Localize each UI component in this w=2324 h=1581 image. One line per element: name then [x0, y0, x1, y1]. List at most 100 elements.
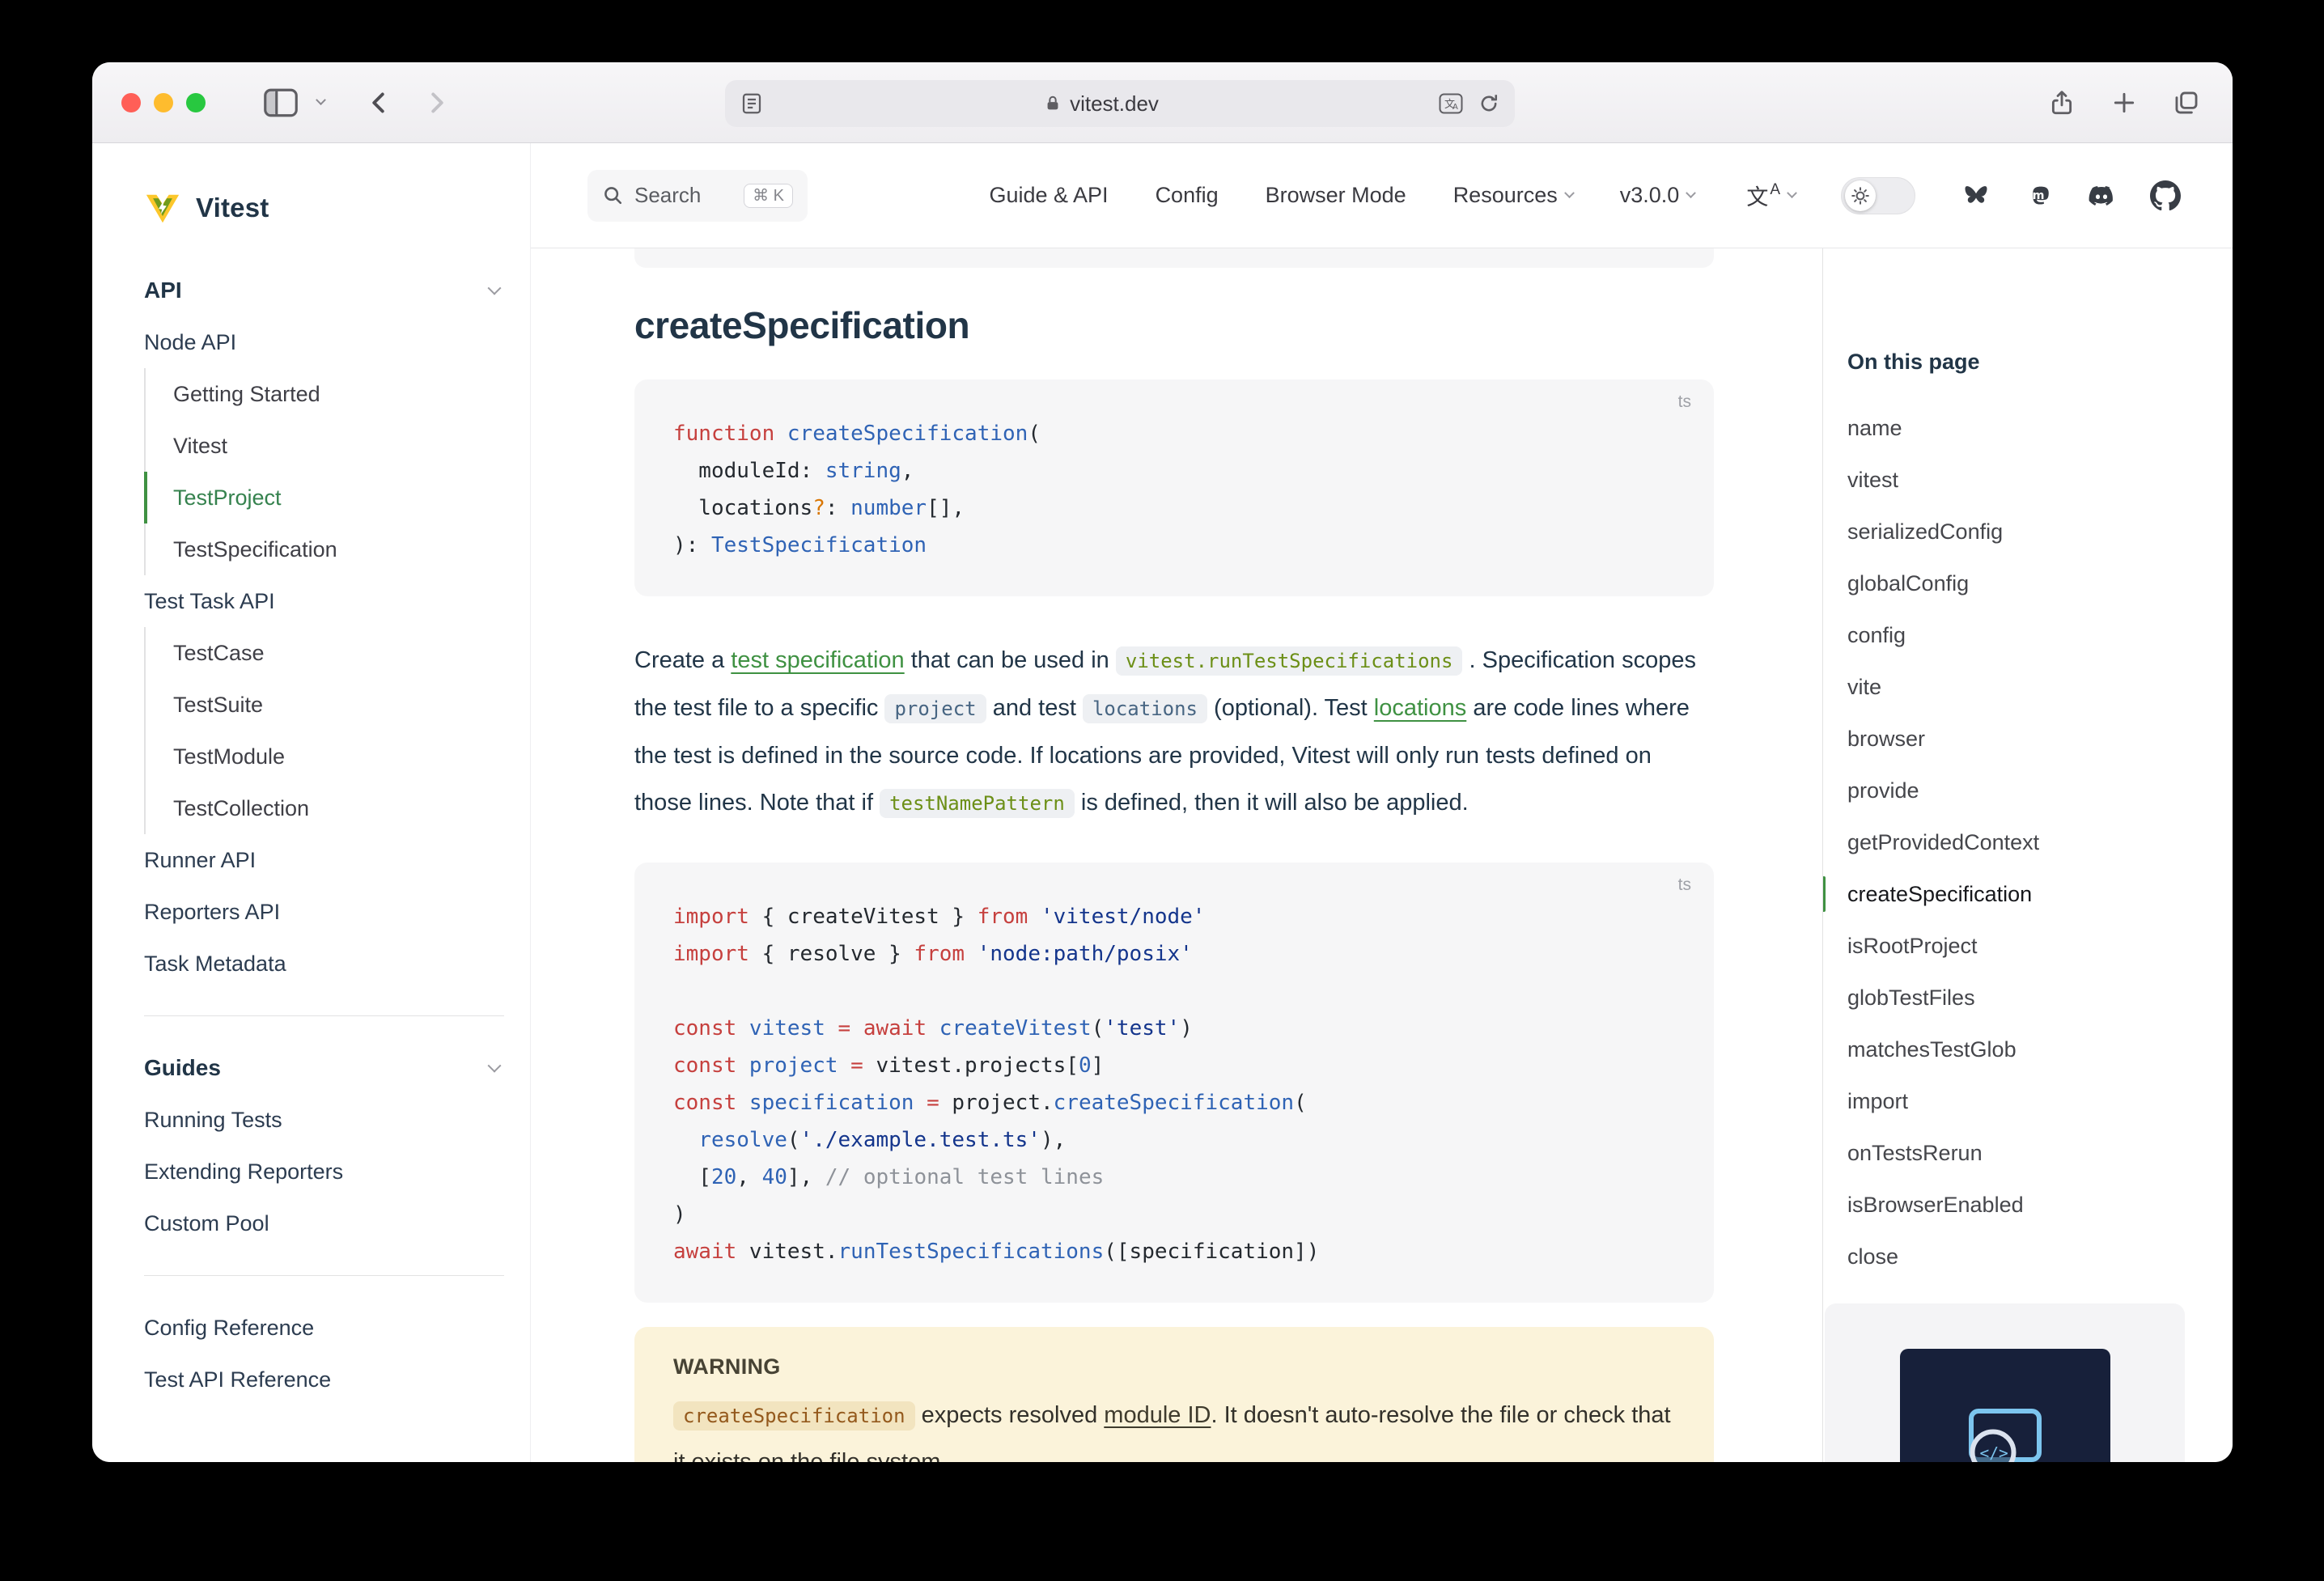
zoom-button[interactable]: [186, 93, 206, 112]
mastodon-icon[interactable]: m: [2024, 181, 2053, 210]
code-lang-badge: ts: [1678, 875, 1691, 895]
toc-item-browser[interactable]: browser: [1847, 713, 2233, 765]
top-navbar: Search ⌘ K Guide & API Config Browser Mode…: [531, 143, 2233, 248]
nav-link-config[interactable]: Config: [1156, 183, 1219, 208]
inline-code: createSpecification: [673, 1401, 915, 1431]
toc-item-createspecification[interactable]: createSpecification: [1847, 868, 2233, 920]
toc-item-name[interactable]: name: [1847, 402, 2233, 454]
sidebar-item-reporters-api[interactable]: Reporters API: [144, 886, 504, 938]
reload-icon[interactable]: [1478, 92, 1500, 115]
sidebar-item-testproject[interactable]: TestProject: [144, 472, 504, 523]
bluesky-icon[interactable]: [1961, 181, 1991, 210]
translate-icon-a: A: [1770, 181, 1780, 199]
window-controls: [121, 93, 206, 112]
sidebar-item-testsuite[interactable]: TestSuite: [144, 679, 504, 731]
chevron-down-icon[interactable]: [316, 95, 326, 105]
address-bar[interactable]: vitest.dev 文A: [725, 80, 1515, 127]
sidebar-item-guides[interactable]: Guides: [144, 1042, 504, 1094]
sidebar-item-label: Config Reference: [144, 1316, 314, 1341]
sidebar-item-label: Reporters API: [144, 900, 280, 925]
forward-icon[interactable]: [422, 88, 451, 117]
warning-title: WARNING: [673, 1354, 1675, 1380]
sidebar-item-node-api[interactable]: Node API: [144, 316, 504, 368]
toc-item-import[interactable]: import: [1847, 1075, 2233, 1127]
toc-item-provide[interactable]: provide: [1847, 765, 2233, 816]
sidebar-toggle-icon[interactable]: [264, 88, 298, 117]
theme-toggle[interactable]: [1841, 177, 1915, 214]
inline-code-link[interactable]: testNamePattern: [880, 789, 1075, 818]
language-menu[interactable]: 文A: [1746, 180, 1796, 211]
search-input[interactable]: Search ⌘ K: [587, 170, 808, 222]
code-line: function createSpecification(: [673, 415, 1675, 452]
site-logo[interactable]: Vitest: [144, 184, 504, 232]
toc-item-vite[interactable]: vite: [1847, 661, 2233, 713]
toc-item-getprovidedcontext[interactable]: getProvidedContext: [1847, 816, 2233, 868]
browser-titlebar: vitest.dev 文A: [92, 62, 2233, 143]
code-line: [673, 973, 1675, 1010]
tab-overview-icon[interactable]: [2173, 89, 2200, 117]
share-icon[interactable]: [2048, 88, 2076, 117]
sidebar-item-runner-api[interactable]: Runner API: [144, 834, 504, 886]
code-line: resolve('./example.test.ts'),: [673, 1121, 1675, 1159]
code-line: ): [673, 1196, 1675, 1233]
inline-link[interactable]: test specification: [731, 647, 904, 673]
sidebar-item-test-task-api[interactable]: Test Task API: [144, 575, 504, 627]
sun-icon: [1851, 186, 1870, 206]
sidebar-item-label: TestModule: [173, 744, 285, 769]
sidebar-item-vitest[interactable]: Vitest: [144, 420, 504, 472]
nav-link-browser-mode[interactable]: Browser Mode: [1266, 183, 1406, 208]
toc-item-globalconfig[interactable]: globalConfig: [1847, 557, 2233, 609]
github-icon[interactable]: [2150, 180, 2181, 211]
translate-icon[interactable]: 文A: [1439, 93, 1463, 114]
inline-code-link[interactable]: vitest.runTestSpecifications: [1116, 646, 1463, 676]
toc-item-isbrowserenabled[interactable]: isBrowserEnabled: [1847, 1179, 2233, 1231]
toc-item-config[interactable]: config: [1847, 609, 2233, 661]
minimize-button[interactable]: [154, 93, 173, 112]
toc-item-isrootproject[interactable]: isRootProject: [1847, 920, 2233, 972]
toc-list: namevitestserializedConfigglobalConfigco…: [1847, 402, 2233, 1282]
sidebar-item-config-reference[interactable]: Config Reference: [144, 1302, 504, 1354]
discord-icon[interactable]: [2085, 181, 2118, 210]
sidebar-item-testspecification[interactable]: TestSpecification: [144, 523, 504, 575]
code-block-example: ts import { createVitest } from 'vitest/…: [634, 863, 1714, 1303]
inline-link[interactable]: module ID: [1104, 1402, 1211, 1428]
sidebar-item-label: TestCollection: [173, 796, 309, 821]
inline-link[interactable]: locations: [1374, 695, 1466, 721]
sidebar-item-running-tests[interactable]: Running Tests: [144, 1094, 504, 1146]
toc-item-ontestsrerun[interactable]: onTestsRerun: [1847, 1127, 2233, 1179]
code-line: const specification = project.createSpec…: [673, 1084, 1675, 1121]
sidebar-item-label: Test Task API: [144, 589, 275, 614]
sidebar-item-label: Guides: [144, 1055, 221, 1081]
back-icon[interactable]: [365, 88, 394, 117]
sidebar-item-extending-reporters[interactable]: Extending Reporters: [144, 1146, 504, 1197]
sidebar-item-test-api-reference[interactable]: Test API Reference: [144, 1354, 504, 1405]
ad-card[interactable]: </>: [1825, 1303, 2185, 1462]
sidebar-item-api[interactable]: API: [144, 265, 504, 316]
warning-text: createSpecification expects resolved mod…: [673, 1392, 1675, 1462]
nav-link-guide-api[interactable]: Guide & API: [989, 183, 1108, 208]
new-tab-icon[interactable]: [2111, 90, 2137, 116]
sidebar-item-getting-started[interactable]: Getting Started: [144, 368, 504, 420]
toc-item-close[interactable]: close: [1847, 1231, 2233, 1282]
nav-link-label: v3.0.0: [1620, 183, 1680, 208]
code-lang-badge: ts: [1678, 392, 1691, 412]
text-segment: is defined, then it will also be applied…: [1075, 790, 1469, 816]
sidebar-item-testcollection[interactable]: TestCollection: [144, 782, 504, 834]
svg-text:A: A: [1452, 103, 1458, 112]
nav-link-resources[interactable]: Resources: [1453, 183, 1573, 208]
sidebar-item-custom-pool[interactable]: Custom Pool: [144, 1197, 504, 1249]
sidebar-item-testmodule[interactable]: TestModule: [144, 731, 504, 782]
toc-item-matchestestglob[interactable]: matchesTestGlob: [1847, 1024, 2233, 1075]
svg-text:</>: </>: [1979, 1444, 2008, 1463]
page-menu-icon[interactable]: [740, 91, 764, 116]
sidebar-item-testcase[interactable]: TestCase: [144, 627, 504, 679]
text-segment: (optional). Test: [1207, 695, 1374, 721]
toc-item-vitest[interactable]: vitest: [1847, 454, 2233, 506]
sidebar-item-task-metadata[interactable]: Task Metadata: [144, 938, 504, 990]
sidebar-item-label: API: [144, 278, 182, 303]
nav-link-v3-0-0[interactable]: v3.0.0: [1620, 183, 1695, 208]
toc-item-serializedconfig[interactable]: serializedConfig: [1847, 506, 2233, 557]
close-button[interactable]: [121, 93, 141, 112]
url-text[interactable]: vitest.dev: [1070, 91, 1159, 117]
toc-item-globtestfiles[interactable]: globTestFiles: [1847, 972, 2233, 1024]
